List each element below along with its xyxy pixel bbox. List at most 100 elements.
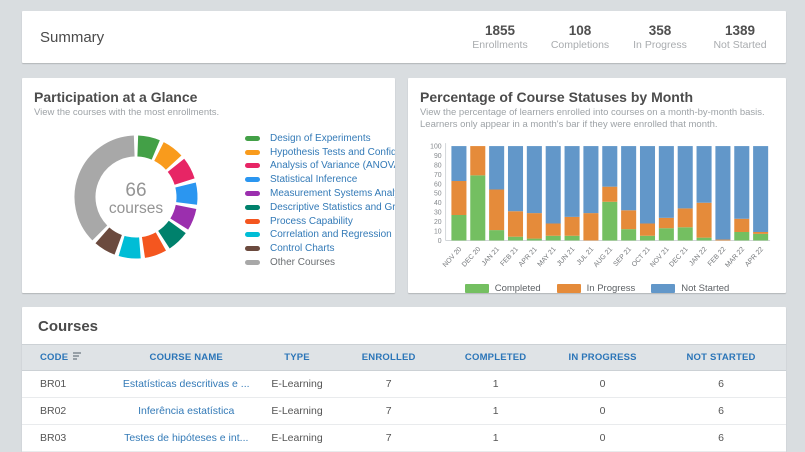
legend-course-link[interactable]: Descriptive Statistics and Graphic... xyxy=(270,202,395,213)
column-header-completed[interactable]: COMPLETED xyxy=(442,345,549,371)
bar-segment-completed xyxy=(753,234,768,241)
bar-segment-not-started xyxy=(602,146,617,187)
table-row: BR01Estatísticas descritivas e ...E-Lear… xyxy=(22,371,786,398)
bar-segment-completed xyxy=(451,215,466,240)
column-header-in-progress[interactable]: IN PROGRESS xyxy=(549,345,656,371)
bar-segment-in-progress xyxy=(489,189,504,230)
legend-item: Descriptive Statistics and Graphic... xyxy=(245,200,395,214)
bar-segment-in-progress xyxy=(451,181,466,215)
table-header-row: CODE COURSE NAMETYPEENROLLEDCOMPLETEDIN P… xyxy=(22,345,786,371)
x-axis-tick-label: SEP 21 xyxy=(612,246,633,268)
donut-segment-control-charts xyxy=(102,236,118,245)
bar-segment-in-progress xyxy=(734,218,749,231)
bar-segment-in-progress xyxy=(697,202,712,237)
legend-course-link[interactable]: Design of Experiments xyxy=(270,133,371,144)
bar-segment-in-progress xyxy=(753,232,768,234)
legend-course-link[interactable]: Process Capability xyxy=(270,216,353,227)
legend-item-completed: Completed xyxy=(465,283,541,293)
participation-panel: Participation at a Glance View the cours… xyxy=(22,78,395,293)
sort-icon xyxy=(73,352,81,361)
statuses-subtitle: View the percentage of learners enrolled… xyxy=(420,107,774,132)
summary-metric-in-progress: 358In Progress xyxy=(620,23,700,51)
legend-course-link[interactable]: Control Charts xyxy=(270,243,334,254)
bar-segment-completed xyxy=(734,232,749,240)
legend-course-link[interactable]: Measurement Systems Analysis xyxy=(270,188,395,199)
legend-course-link[interactable]: Hypothesis Tests and Confidence... xyxy=(270,147,395,158)
bar-segment-completed xyxy=(508,236,523,240)
bar-segment-not-started xyxy=(659,146,674,218)
course-name-link[interactable]: Estatísticas descritivas e ... xyxy=(123,378,250,390)
legend-item: Measurement Systems Analysis xyxy=(245,187,395,201)
cell-type: E-Learning xyxy=(259,398,335,425)
cell-completed: 1 xyxy=(442,425,549,452)
cell-enrolled: 7 xyxy=(335,398,442,425)
dashboard-page: Summary 1855Enrollments108Completions358… xyxy=(0,0,805,452)
x-axis-tick-label: APR 22 xyxy=(744,246,765,268)
courses-table-body: BR01Estatísticas descritivas e ...E-Lear… xyxy=(22,371,786,452)
legend-swatch-icon xyxy=(245,246,260,251)
x-axis-tick-label: DEC 20 xyxy=(461,246,482,269)
course-name-link[interactable]: Inferência estatística xyxy=(138,405,234,417)
legend-course-link[interactable]: Analysis of Variance (ANOVA) xyxy=(270,160,395,171)
column-header-code[interactable]: CODE xyxy=(22,345,114,371)
bar-segment-not-started xyxy=(489,146,504,189)
metric-value: 1389 xyxy=(700,23,780,38)
legend-swatch-icon xyxy=(245,191,260,196)
y-axis-tick-label: 40 xyxy=(434,200,442,207)
donut-segment-analysis-of-variance-anova xyxy=(176,166,185,182)
participation-subtitle: View the courses with the most enrollmen… xyxy=(34,107,383,119)
bar-segment-completed xyxy=(565,235,580,240)
legend-label: Other Courses xyxy=(270,257,335,268)
bar-segment-completed xyxy=(697,237,712,240)
bar-segment-in-progress xyxy=(583,213,598,240)
bar-segment-in-progress xyxy=(715,239,730,240)
x-axis-tick-label: APR 21 xyxy=(518,246,539,268)
y-axis-tick-label: 50 xyxy=(434,190,442,197)
cell-in_progress: 0 xyxy=(549,398,656,425)
legend-item: Statistical Inference xyxy=(245,173,395,187)
bar-segment-in-progress xyxy=(565,217,580,236)
participation-legend: Design of Experiments Hypothesis Tests an… xyxy=(245,131,395,273)
legend-label: In Progress xyxy=(587,283,636,293)
legend-item: Analysis of Variance (ANOVA) xyxy=(245,159,395,173)
legend-swatch-icon xyxy=(245,260,260,265)
column-header-label: CODE xyxy=(40,352,68,363)
bar-segment-completed xyxy=(470,175,485,240)
column-header-enrolled[interactable]: ENROLLED xyxy=(335,345,442,371)
column-header-not-started[interactable]: NOT STARTED xyxy=(656,345,786,371)
donut-center-label: courses xyxy=(109,200,164,217)
bar-segment-in-progress xyxy=(508,211,523,236)
legend-label: Not Started xyxy=(681,283,729,293)
donut-segment-hypothesis-tests-and-confidence xyxy=(159,152,174,163)
y-axis-tick-label: 100 xyxy=(430,143,442,150)
donut-segment-measurement-systems-analysis xyxy=(179,207,186,224)
legend-swatch-icon xyxy=(465,284,489,293)
bar-segment-completed xyxy=(659,228,674,240)
donut-segment-descriptive-statistics-and-graphic xyxy=(164,227,177,240)
legend-course-link[interactable]: Correlation and Regression xyxy=(270,229,392,240)
y-axis-tick-label: 80 xyxy=(434,162,442,169)
summary-title: Summary xyxy=(40,29,104,46)
bar-segment-not-started xyxy=(621,146,636,210)
bar-segment-completed xyxy=(489,230,504,240)
legend-label: Completed xyxy=(495,283,541,293)
cell-enrolled: 7 xyxy=(335,371,442,398)
legend-course-link[interactable]: Statistical Inference xyxy=(270,174,357,185)
participation-donut-chart: 66courses xyxy=(34,121,239,273)
y-axis-tick-label: 10 xyxy=(434,228,442,235)
legend-item: Control Charts xyxy=(245,242,395,256)
column-header-type[interactable]: TYPE xyxy=(259,345,335,371)
bar-segment-in-progress xyxy=(470,146,485,175)
legend-swatch-icon xyxy=(651,284,675,293)
cell-name: Estatísticas descritivas e ... xyxy=(114,371,259,398)
cell-name: Testes de hipóteses e int... xyxy=(114,425,259,452)
column-header-course-name[interactable]: COURSE NAME xyxy=(114,345,259,371)
course-name-link[interactable]: Testes de hipóteses e int... xyxy=(124,432,248,444)
column-header-label: NOT STARTED xyxy=(687,352,756,363)
bar-segment-completed xyxy=(678,227,693,240)
x-axis-tick-label: JUN 21 xyxy=(556,246,577,268)
courses-table: CODE COURSE NAMETYPEENROLLEDCOMPLETEDIN P… xyxy=(22,344,786,452)
bar-segment-not-started xyxy=(715,146,730,239)
cell-not_started: 6 xyxy=(656,398,786,425)
y-axis-tick-label: 70 xyxy=(434,172,442,179)
